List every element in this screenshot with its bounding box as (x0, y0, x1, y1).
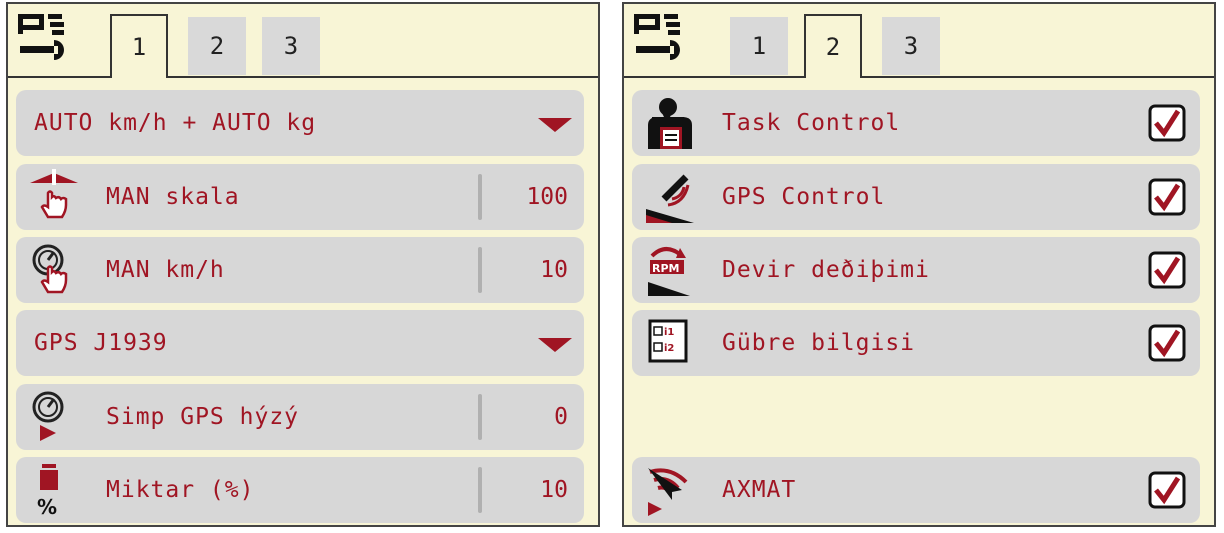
speed-mode-label: AUTO km/h + AUTO kg (34, 110, 317, 136)
machine-settings-wrench-icon (18, 14, 64, 60)
svg-text:i1: i1 (664, 327, 674, 338)
axmat-checkbox[interactable] (1148, 471, 1186, 509)
man-scale-label: MAN skala (106, 184, 240, 210)
man-scale-row[interactable]: MAN skala 100 (16, 164, 584, 230)
gps-control-row[interactable]: GPS Control (632, 164, 1200, 230)
fertilizer-info-checkbox[interactable] (1148, 324, 1186, 362)
tab-3[interactable]: 3 (882, 17, 940, 75)
task-control-checkbox[interactable] (1148, 104, 1186, 142)
simulated-gps-speed-label: Simp GPS hýzý (106, 404, 300, 430)
fertilizer-info-label: Gübre bilgisi (722, 330, 916, 356)
value-separator (478, 174, 482, 220)
chevron-down-icon (538, 338, 572, 352)
fertilizer-info-row[interactable]: i1 i2 Gübre bilgisi (632, 310, 1200, 376)
manual-speed-hand-icon (32, 244, 68, 294)
tab-1[interactable]: 1 (730, 17, 788, 75)
amount-percent-icon: % (37, 464, 58, 518)
tab-3[interactable]: 3 (262, 17, 320, 75)
tab-divider (8, 76, 598, 78)
gps-source-label: GPS J1939 (34, 330, 168, 356)
task-control-label: Task Control (722, 110, 901, 136)
amount-percent-row[interactable]: % Miktar (%) 10 (16, 457, 584, 523)
axmat-row[interactable]: AXMAT (632, 457, 1200, 523)
tab-bar: 1 2 3 (624, 4, 1214, 78)
amount-percent-label: Miktar (%) (106, 477, 255, 503)
chevron-down-icon (538, 118, 572, 132)
tab-2[interactable]: 2 (804, 14, 862, 78)
value-separator (478, 247, 482, 293)
simulated-gps-speed-row[interactable]: Simp GPS hýzý 0 (16, 384, 584, 450)
rpm-change-checkbox[interactable] (1148, 251, 1186, 289)
gps-speed-simulation-icon (32, 391, 64, 441)
man-kmh-value: 10 (540, 257, 568, 283)
rpm-change-row[interactable]: RPM Devir deðiþimi (632, 237, 1200, 303)
gps-control-label: GPS Control (722, 184, 886, 210)
task-control-row[interactable]: Task Control (632, 90, 1200, 156)
value-separator (478, 394, 482, 440)
simulated-gps-speed-value: 0 (554, 404, 568, 430)
man-kmh-label: MAN km/h (106, 257, 225, 283)
gps-control-checkbox[interactable] (1148, 178, 1186, 216)
gps-source-dropdown[interactable]: GPS J1939 (16, 310, 584, 376)
gps-control-icon (646, 174, 694, 223)
svg-text:%: % (37, 495, 57, 518)
rpm-change-label: Devir deðiþimi (722, 257, 930, 283)
speed-mode-dropdown[interactable]: AUTO km/h + AUTO kg (16, 90, 584, 156)
value-separator (478, 467, 482, 513)
task-control-operator-icon (648, 98, 692, 149)
tab-divider (624, 76, 1214, 78)
settings-panel-right: 1 2 3 Task Control GPS Control RPM Devir… (622, 2, 1216, 527)
rpm-change-icon: RPM (648, 247, 690, 296)
tab-1[interactable]: 1 (110, 14, 168, 78)
svg-text:i2: i2 (664, 343, 674, 354)
man-kmh-row[interactable]: MAN km/h 10 (16, 237, 584, 303)
amount-percent-value: 10 (540, 477, 568, 503)
tab-bar: 1 2 3 (8, 4, 598, 78)
tab-2[interactable]: 2 (188, 17, 246, 75)
settings-panel-left: 1 2 3 AUTO km/h + AUTO kg MAN skala 100 … (6, 2, 600, 527)
svg-text:RPM: RPM (652, 262, 679, 275)
fertilizer-info-icon: i1 i2 (648, 319, 688, 363)
manual-scale-hand-icon (30, 169, 78, 219)
axmat-wireless-icon (648, 468, 688, 516)
machine-settings-wrench-icon (634, 14, 680, 60)
man-scale-value: 100 (526, 184, 568, 210)
axmat-label: AXMAT (722, 477, 797, 503)
